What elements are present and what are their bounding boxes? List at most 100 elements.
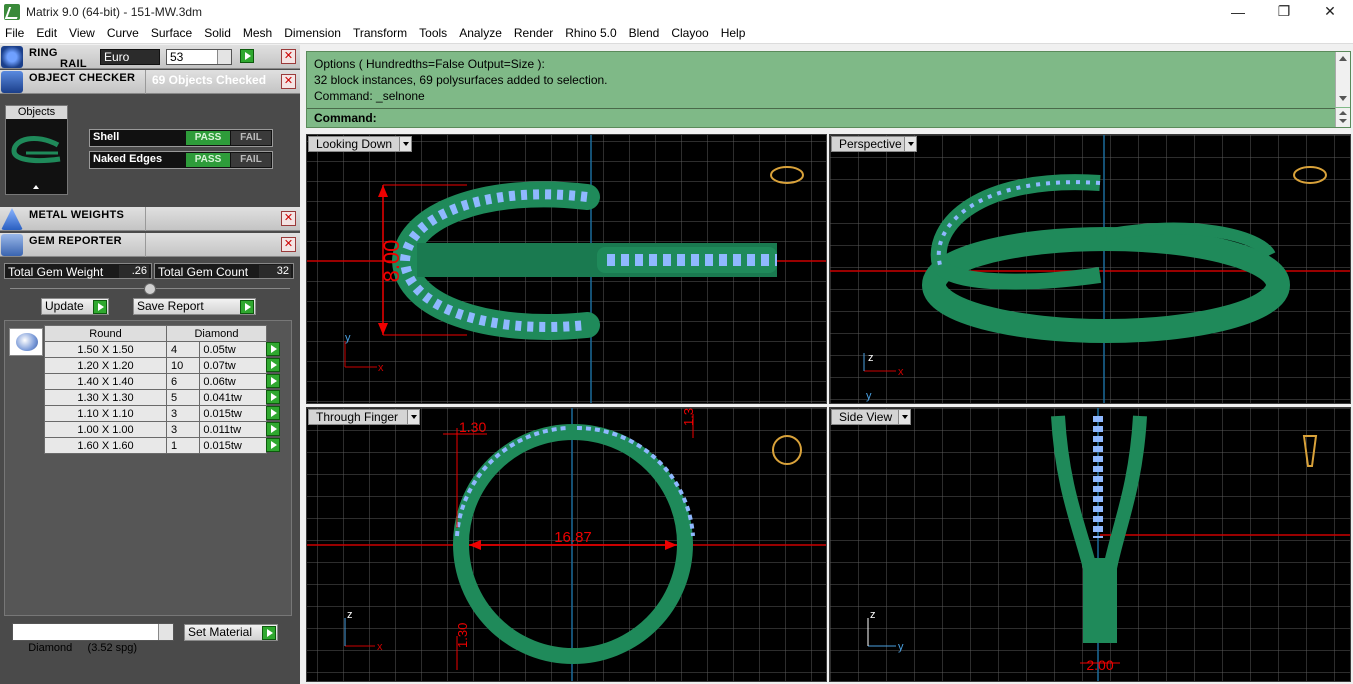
collapse-handle-icon[interactable] bbox=[144, 283, 156, 295]
ring-rail-close-button[interactable]: ✕ bbox=[281, 49, 296, 64]
menu-surface[interactable]: Surface bbox=[145, 23, 198, 44]
viewport-through-finger[interactable]: 16.87 1.30 1.30 1.30 x z Through Finger bbox=[306, 407, 827, 682]
looking-down-dimension: 8.00 bbox=[379, 240, 404, 283]
material-select[interactable]: Diamond (3.52 spg) bbox=[12, 623, 174, 654]
set-material-button[interactable]: Set Material bbox=[184, 624, 278, 641]
title-bar: Matrix 9.0 (64-bit) - 151-MW.3dm — ❐ ✕ bbox=[0, 0, 1353, 23]
gem-count: 3 bbox=[165, 405, 201, 422]
gem-weight: 0.015tw bbox=[199, 437, 280, 454]
scroll-down-icon[interactable] bbox=[1339, 119, 1347, 123]
row-select-icon[interactable] bbox=[266, 342, 280, 356]
menu-mesh[interactable]: Mesh bbox=[237, 23, 278, 44]
menu-help[interactable]: Help bbox=[715, 23, 752, 44]
axis-z-label: z bbox=[868, 352, 874, 364]
window-title: Matrix 9.0 (64-bit) - 151-MW.3dm bbox=[26, 4, 203, 19]
through-finger-scene: 16.87 1.30 1.30 1.30 x z bbox=[307, 408, 826, 681]
menu-rhino[interactable]: Rhino 5.0 bbox=[559, 23, 622, 44]
row-select-icon[interactable] bbox=[266, 358, 280, 372]
gem-reporter-close-button[interactable]: ✕ bbox=[281, 237, 296, 252]
close-button[interactable]: ✕ bbox=[1307, 0, 1353, 23]
scroll-up-icon[interactable] bbox=[1339, 56, 1347, 61]
viewport-label-perspective[interactable]: Perspective bbox=[831, 136, 917, 152]
viewport-label-looking-down[interactable]: Looking Down bbox=[308, 136, 412, 152]
table-row: 1.60 X 1.60 1 0.015tw bbox=[44, 437, 280, 454]
menu-curve[interactable]: Curve bbox=[101, 23, 145, 44]
ring-size-select[interactable]: 53 bbox=[166, 49, 232, 65]
row-select-icon[interactable] bbox=[266, 374, 280, 388]
menu-transform[interactable]: Transform bbox=[347, 23, 413, 44]
ring-rail-go-button[interactable] bbox=[240, 49, 254, 63]
viewport-label-through-finger[interactable]: Through Finger bbox=[308, 409, 420, 425]
scroll-up-icon[interactable] bbox=[1339, 111, 1347, 115]
gem-size: 1.30 X 1.30 bbox=[44, 389, 167, 406]
material-value: Diamond (3.52 spg) bbox=[28, 642, 138, 654]
viewport-perspective[interactable]: x z y Perspective bbox=[829, 134, 1351, 404]
viewport-looking-down[interactable]: 8.00 x y Looking Down bbox=[306, 134, 827, 404]
menu-tools[interactable]: Tools bbox=[413, 23, 453, 44]
menu-analyze[interactable]: Analyze bbox=[453, 23, 508, 44]
gem-size: 1.60 X 1.60 bbox=[44, 437, 167, 454]
chevron-down-icon[interactable] bbox=[407, 410, 419, 424]
row-select-icon[interactable] bbox=[266, 390, 280, 404]
naked-edges-fail-button[interactable]: FAIL bbox=[231, 153, 271, 167]
objects-checked-status: 69 Objects Checked bbox=[152, 73, 267, 87]
scroll-down-icon[interactable] bbox=[1339, 96, 1347, 101]
chevron-down-icon[interactable] bbox=[904, 137, 916, 151]
row-select-icon[interactable] bbox=[266, 438, 280, 452]
shell-fail-button[interactable]: FAIL bbox=[231, 131, 271, 145]
ring-thumbnail bbox=[11, 135, 61, 189]
command-input-spinner[interactable] bbox=[1335, 108, 1350, 127]
gem-table: Round Diamond 1.50 X 1.50 4 0.05tw 1.20 … bbox=[44, 325, 280, 454]
side-view-scene: 2.00 y z bbox=[830, 408, 1350, 681]
ring-rail-title-2: RAIL bbox=[60, 58, 87, 70]
viewport-name: Side View bbox=[839, 410, 893, 424]
viewport-side-view[interactable]: 2.00 y z Side View bbox=[829, 407, 1351, 682]
shell-pass-button[interactable]: PASS bbox=[186, 131, 230, 145]
viewport-label-side-view[interactable]: Side View bbox=[831, 409, 911, 425]
ring-standard-field[interactable]: Euro bbox=[100, 49, 160, 65]
metal-weights-header: METAL WEIGHTS ✕ bbox=[0, 207, 300, 231]
command-prompt: Command: bbox=[314, 111, 377, 125]
minimize-button[interactable]: — bbox=[1215, 0, 1261, 23]
command-line-1: Options ( Hundredths=False Output=Size )… bbox=[314, 57, 545, 71]
maximize-button[interactable]: ❐ bbox=[1261, 0, 1307, 23]
chevron-down-icon[interactable] bbox=[217, 50, 231, 64]
chevron-down-icon[interactable] bbox=[898, 410, 910, 424]
update-label: Update bbox=[45, 299, 84, 313]
gem-size: 1.20 X 1.20 bbox=[44, 357, 167, 374]
menu-dimension[interactable]: Dimension bbox=[278, 23, 347, 44]
menu-solid[interactable]: Solid bbox=[198, 23, 237, 44]
menu-file[interactable]: File bbox=[0, 23, 30, 44]
table-row: 1.00 X 1.00 3 0.011tw bbox=[44, 421, 280, 438]
update-button[interactable]: Update bbox=[41, 298, 109, 315]
gem-weight-value: 0.07tw bbox=[203, 359, 236, 372]
set-material-label: Set Material bbox=[188, 625, 253, 639]
row-select-icon[interactable] bbox=[266, 406, 280, 420]
command-scrollbar[interactable] bbox=[1335, 52, 1350, 107]
save-report-button[interactable]: Save Report bbox=[133, 298, 256, 315]
objects-preview[interactable]: Objects bbox=[5, 105, 68, 195]
naked-edges-pass-button[interactable]: PASS bbox=[186, 153, 230, 167]
chevron-down-icon[interactable] bbox=[158, 624, 173, 640]
object-checker-close-button[interactable]: ✕ bbox=[281, 74, 296, 89]
menu-blend[interactable]: Blend bbox=[623, 23, 666, 44]
band-width-dimension: 2.00 bbox=[1086, 657, 1113, 673]
row-select-icon[interactable] bbox=[266, 422, 280, 436]
menu-edit[interactable]: Edit bbox=[30, 23, 63, 44]
gem-weight-value: 0.05tw bbox=[203, 343, 236, 356]
metal-weights-close-button[interactable]: ✕ bbox=[281, 211, 296, 226]
menu-render[interactable]: Render bbox=[508, 23, 559, 44]
command-input[interactable]: Command: bbox=[307, 108, 1337, 127]
total-gem-weight-label: Total Gem Weight bbox=[8, 265, 104, 279]
menu-clayoo[interactable]: Clayoo bbox=[665, 23, 714, 44]
round-gem-icon bbox=[9, 328, 43, 356]
report-icon bbox=[1, 234, 23, 256]
total-gem-count-label: Total Gem Count bbox=[158, 265, 249, 279]
gem-count: 4 bbox=[165, 341, 201, 358]
menu-view[interactable]: View bbox=[63, 23, 101, 44]
gem-weight: 0.06tw bbox=[199, 373, 280, 390]
chevron-down-icon[interactable] bbox=[399, 137, 411, 151]
gem-reporter-header: GEM REPORTER ✕ bbox=[0, 233, 300, 257]
gem-count: 1 bbox=[165, 437, 201, 454]
gem-reporter-title: GEM REPORTER bbox=[29, 235, 122, 247]
